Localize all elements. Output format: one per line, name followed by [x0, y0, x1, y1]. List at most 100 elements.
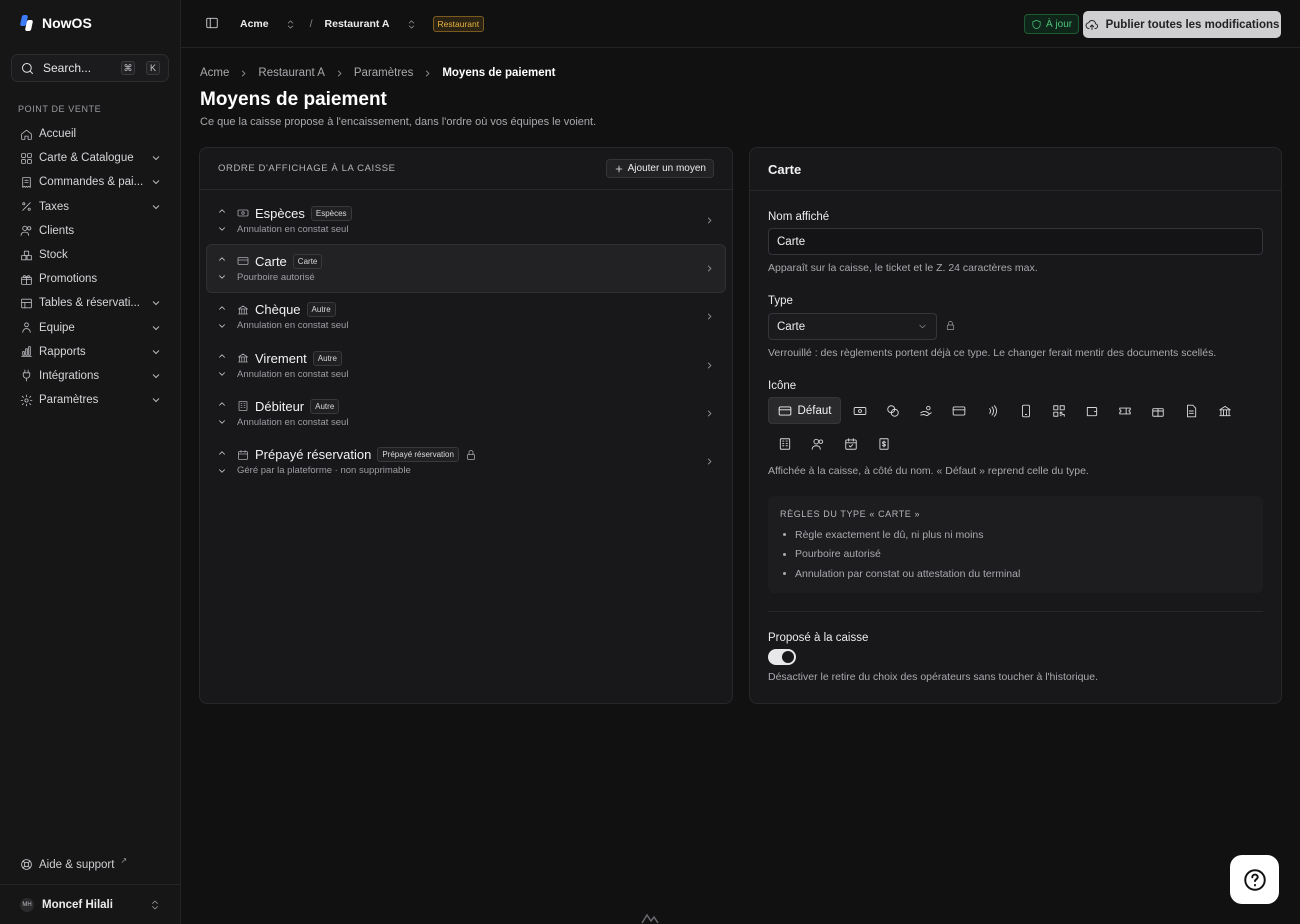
icon-option[interactable]: [1042, 397, 1075, 424]
icon-option[interactable]: [868, 430, 901, 457]
help-chat-button[interactable]: [1230, 855, 1279, 904]
type-select[interactable]: Carte: [768, 313, 937, 340]
sidebar: NowOS Search... ⌘ K POINT DE VENTE Accue…: [0, 0, 181, 924]
breadcrumb-item[interactable]: Acme: [200, 67, 229, 79]
user-menu[interactable]: MH Moncef Hilali: [0, 884, 181, 924]
payment-method-row-virement[interactable]: Virement Autre Annulation en constat seu…: [206, 341, 726, 389]
sidebar-item-clients[interactable]: Clients: [12, 219, 170, 243]
reorder-controls: [217, 448, 227, 476]
venue-type-badge: Restaurant: [432, 16, 485, 32]
sidebar-item-label: Rapports: [39, 345, 86, 358]
icon-option[interactable]: [876, 397, 909, 424]
chevron-down-icon[interactable]: [150, 152, 162, 164]
gear-icon: [20, 394, 33, 407]
sidebar-item-tables[interactable]: Tables & réservati...: [12, 291, 170, 315]
type-field-label: Type: [768, 295, 793, 307]
display-name-input[interactable]: Carte: [768, 228, 1263, 255]
move-up-icon[interactable]: [217, 399, 227, 409]
payment-method-row-carte[interactable]: Carte Carte Pourboire autorisé: [206, 244, 726, 293]
chevron-down-icon[interactable]: [150, 297, 162, 309]
file-text-icon: [1187, 404, 1197, 417]
sidebar-item-taxes[interactable]: Taxes: [12, 195, 170, 219]
chevron-down-icon[interactable]: [150, 176, 162, 188]
payment-method-row-especes[interactable]: Espèces Espèces Annulation en constat se…: [206, 196, 726, 244]
icon-option[interactable]: [1075, 397, 1108, 424]
help-support-link[interactable]: Aide & support ↗: [20, 856, 127, 871]
sidebar-item-carte-catalogue[interactable]: Carte & Catalogue: [12, 146, 170, 170]
payment-method-row-prepaye[interactable]: Prépayé réservation Prépayé réservation …: [206, 437, 726, 485]
chart-icon: [21, 346, 32, 358]
sidebar-item-parametres[interactable]: Paramètres: [12, 388, 170, 412]
display-name-value: Carte: [777, 235, 806, 248]
sidebar-item-accueil[interactable]: Accueil: [12, 122, 170, 146]
icon-option[interactable]: [1208, 397, 1241, 424]
chevron-right-icon: [707, 265, 712, 272]
move-up-icon[interactable]: [217, 351, 227, 361]
icon-hint: Affichée à la caisse, à côté du nom. « D…: [768, 465, 1089, 477]
payment-method-row-cheque[interactable]: Chèque Autre Annulation en constat seul: [206, 293, 726, 341]
move-up-icon[interactable]: [217, 254, 227, 264]
payment-method-description: Annulation en constat seul: [237, 416, 349, 428]
sidebar-item-equipe[interactable]: Équipe: [12, 316, 170, 340]
move-down-icon[interactable]: [217, 321, 227, 331]
sidebar-item-stock[interactable]: Stock: [12, 243, 170, 267]
list-header: ORDRE D'AFFICHAGE À LA CAISSE Ajouter un…: [200, 148, 732, 190]
wallet-icon: [1086, 406, 1098, 416]
reorder-controls: [217, 254, 227, 282]
breadcrumb-item[interactable]: Restaurant A: [258, 67, 324, 79]
reorder-controls: [217, 206, 227, 234]
sidebar-item-integrations[interactable]: Intégrations: [12, 364, 170, 388]
icon-option[interactable]: [1009, 397, 1042, 424]
chevrons-up-down-icon[interactable]: [285, 19, 296, 30]
move-down-icon[interactable]: [217, 417, 227, 427]
list-title: ORDRE D'AFFICHAGE À LA CAISSE: [218, 163, 396, 174]
calendar-check-icon: [845, 437, 857, 450]
users-icon: [20, 226, 32, 237]
sidebar-item-commandes[interactable]: Commandes & pai...: [12, 170, 170, 194]
icon-picker: Défaut: [768, 397, 1248, 463]
chevrons-up-down-icon[interactable]: [406, 19, 417, 30]
move-down-icon[interactable]: [217, 369, 227, 379]
icon-option[interactable]: [909, 397, 942, 424]
move-up-icon[interactable]: [217, 448, 227, 458]
icon-option[interactable]: [843, 397, 876, 424]
icon-option[interactable]: [1109, 397, 1142, 424]
sidebar-item-rapports[interactable]: Rapports: [12, 340, 170, 364]
shortcut-key-cmd: ⌘: [121, 61, 135, 75]
move-up-icon[interactable]: [217, 303, 227, 313]
sync-status-badge: À jour: [1024, 14, 1080, 34]
app-logo[interactable]: NowOS: [19, 15, 92, 31]
chevron-down-icon[interactable]: [150, 370, 162, 382]
icon-option[interactable]: [943, 397, 976, 424]
page-title: Moyens de paiement: [200, 89, 387, 110]
icon-option-default[interactable]: Défaut: [768, 397, 841, 424]
breadcrumb-item[interactable]: Paramètres: [354, 67, 413, 79]
icon-option[interactable]: [976, 397, 1009, 424]
icon-option[interactable]: [1175, 397, 1208, 424]
move-up-icon[interactable]: [217, 206, 227, 216]
sidebar-item-promotions[interactable]: Promotions: [12, 267, 170, 291]
chevron-down-icon[interactable]: [150, 346, 162, 358]
payment-method-description: Annulation en constat seul: [237, 223, 349, 235]
move-down-icon[interactable]: [217, 272, 227, 282]
chevron-down-icon[interactable]: [150, 394, 162, 406]
icon-option[interactable]: [768, 430, 801, 457]
venue-switcher[interactable]: Restaurant A: [325, 18, 390, 30]
org-switcher[interactable]: Acme: [240, 18, 269, 30]
move-down-icon[interactable]: [217, 224, 227, 234]
icon-option[interactable]: [1142, 397, 1175, 424]
chevron-down-icon[interactable]: [150, 201, 162, 213]
add-payment-method-button[interactable]: Ajouter un moyen: [605, 159, 714, 178]
chevron-down-icon[interactable]: [150, 322, 162, 334]
team-icon: [22, 322, 31, 333]
publish-all-button[interactable]: Publier toutes les modifications: [1083, 11, 1281, 38]
search-input[interactable]: Search... ⌘ K: [11, 54, 169, 82]
move-down-icon[interactable]: [217, 466, 227, 476]
payment-method-row-debiteur[interactable]: Débiteur Autre Annulation en constat seu…: [206, 389, 726, 437]
pos-visibility-toggle[interactable]: [768, 649, 796, 665]
icon-option[interactable]: [801, 430, 834, 457]
sidebar-toggle-icon[interactable]: [205, 16, 219, 30]
icon-option[interactable]: [834, 430, 867, 457]
chevron-right-icon: [707, 217, 712, 224]
chevron-right-icon: [707, 361, 712, 369]
